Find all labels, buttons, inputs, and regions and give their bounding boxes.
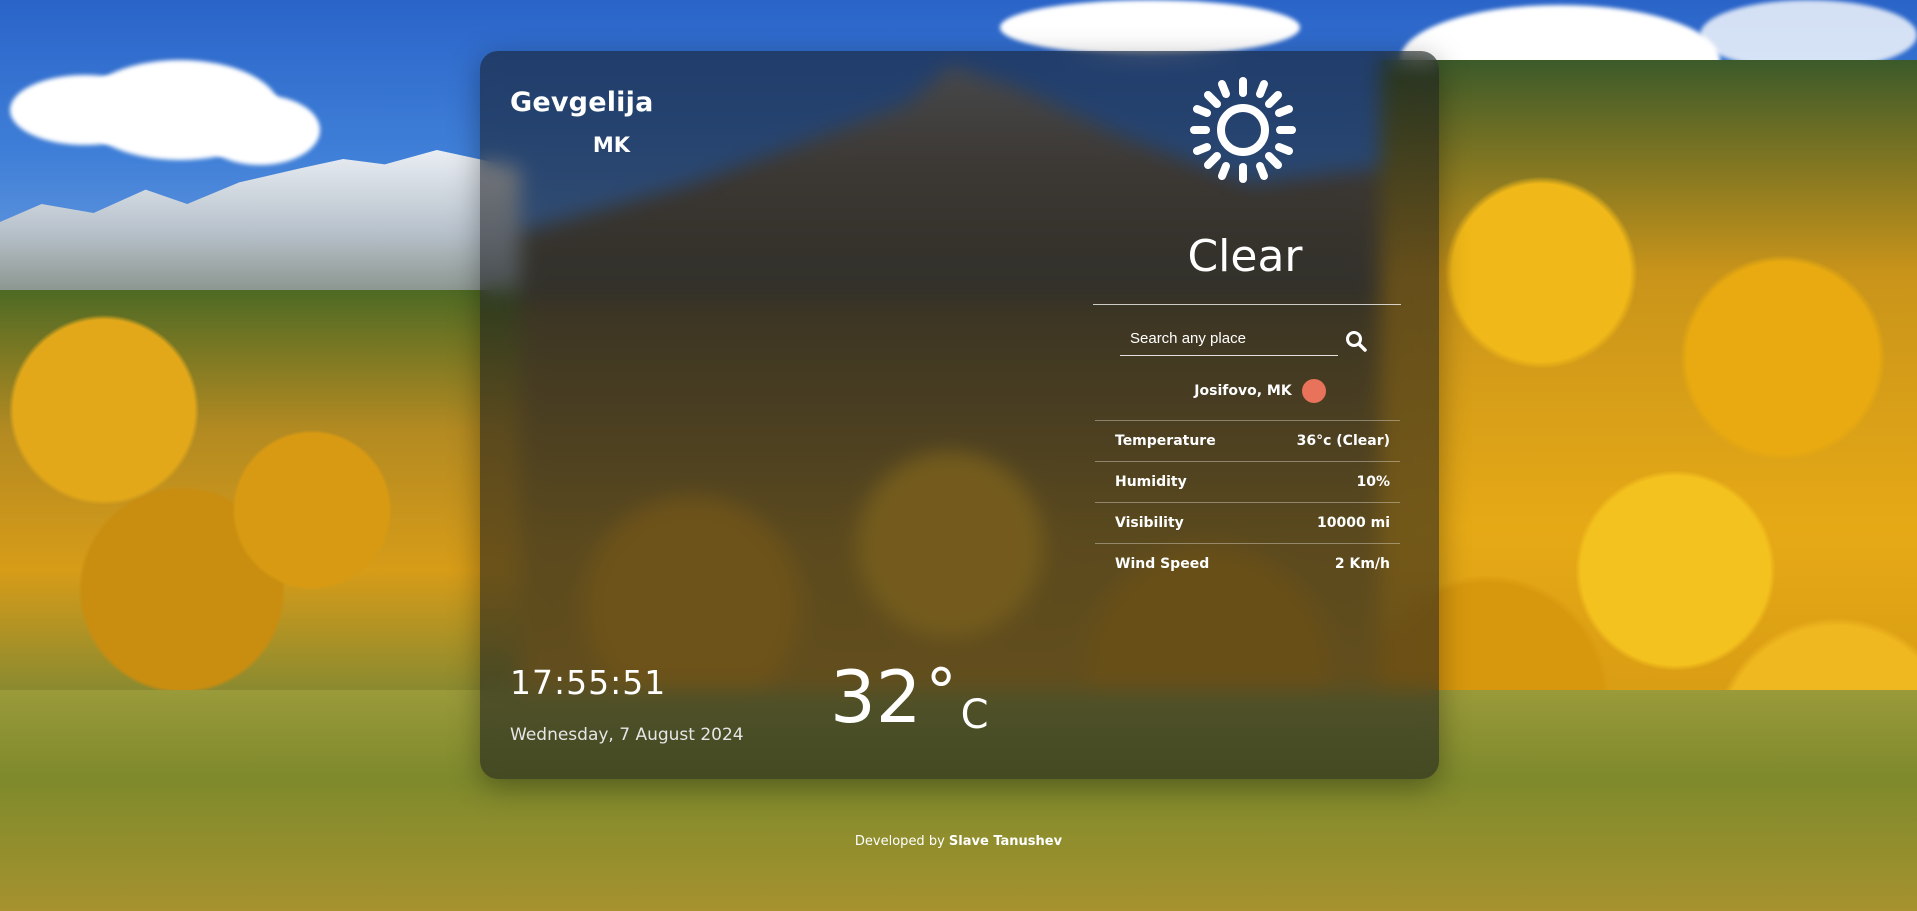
country-code: MK	[592, 133, 630, 157]
degree-symbol: °	[925, 655, 957, 728]
detail-label: Wind Speed	[1115, 556, 1210, 572]
weather-details-list: Temperature 36°c (Clear) Humidity 10% Vi…	[1095, 420, 1400, 584]
result-place-name: Josifovo, MK	[1194, 383, 1292, 399]
detail-value: 10%	[1356, 474, 1390, 490]
detail-value: 2 Km/h	[1334, 556, 1390, 572]
footer-author-link[interactable]: Slave Tanushev	[949, 834, 1062, 849]
weather-condition: Clear	[1187, 231, 1303, 282]
temperature-value: 32	[830, 655, 922, 739]
footer-prefix: Developed by	[854, 834, 949, 849]
detail-row-temperature: Temperature 36°c (Clear)	[1095, 420, 1400, 461]
detail-value: 36°c (Clear)	[1296, 433, 1390, 449]
search-icon[interactable]	[1344, 329, 1368, 353]
city-name: Gevgelija	[510, 87, 654, 118]
search-box	[1120, 325, 1340, 356]
forest	[0, 290, 520, 690]
cloud	[200, 95, 320, 165]
detail-row-visibility: Visibility 10000 mi	[1095, 502, 1400, 543]
current-time: 17:55:51	[510, 663, 667, 702]
current-date: Wednesday, 7 August 2024	[510, 725, 744, 745]
divider	[1093, 304, 1401, 305]
detail-label: Temperature	[1115, 433, 1216, 449]
detail-label: Visibility	[1115, 515, 1184, 531]
footer-credit: Developed by Slave Tanushev	[0, 834, 1917, 849]
temperature-unit: C	[960, 692, 989, 738]
detail-row-wind-speed: Wind Speed 2 Km/h	[1095, 543, 1400, 584]
status-dot	[1301, 379, 1326, 403]
current-temperature: 32 ° C	[830, 655, 989, 739]
weather-card: Gevgelija MK 17:55:51 Wednesday, 7 Augus…	[480, 51, 1439, 779]
sun-icon	[1190, 77, 1296, 183]
cloud	[1000, 0, 1300, 55]
search-result[interactable]: Josifovo, MK	[1120, 379, 1400, 403]
detail-row-humidity: Humidity 10%	[1095, 461, 1400, 502]
search-input[interactable]	[1120, 325, 1340, 351]
detail-label: Humidity	[1115, 474, 1187, 490]
detail-value: 10000 mi	[1317, 515, 1390, 531]
